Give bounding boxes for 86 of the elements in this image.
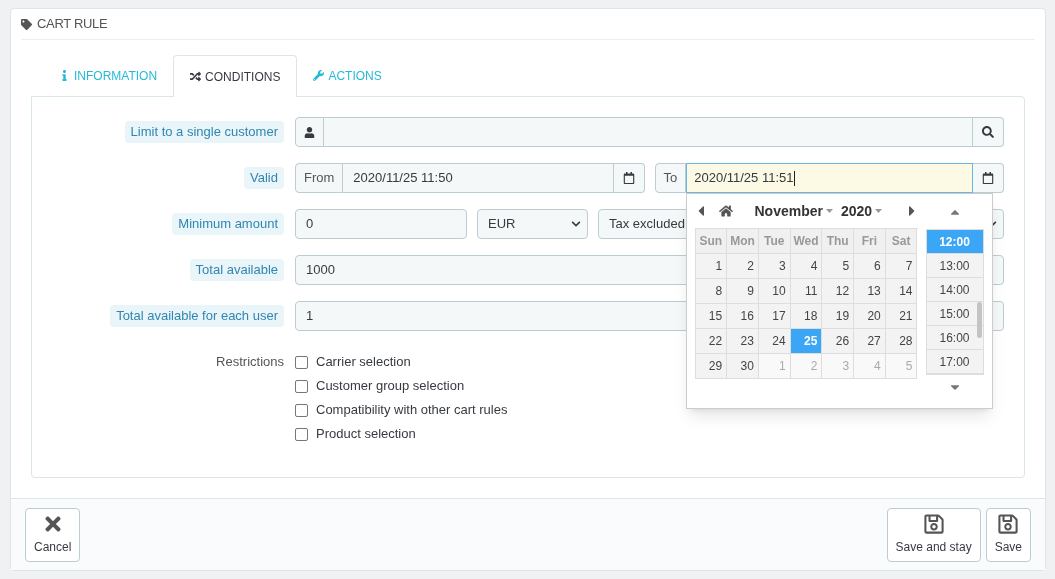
calendar-day[interactable]: 4 <box>790 254 823 280</box>
checkbox[interactable] <box>295 403 308 417</box>
checkbox-label: Customer group selection <box>316 377 465 396</box>
calendar-day[interactable]: 5 <box>822 254 855 280</box>
caret-down-icon <box>825 209 833 214</box>
tag-icon <box>21 18 32 30</box>
shuffle-icon <box>190 71 202 83</box>
weekday-header: Mon <box>727 229 759 255</box>
info-icon <box>59 70 70 82</box>
time-option[interactable]: 17:00 <box>926 350 983 375</box>
calendar-day[interactable]: 13 <box>854 279 886 305</box>
to-addon: To <box>654 163 687 194</box>
search-button[interactable] <box>973 117 1004 148</box>
checkbox[interactable] <box>295 427 308 441</box>
field-label: Minimum amount <box>172 213 284 235</box>
calendar-day[interactable]: 1 <box>695 254 728 280</box>
field-label: Total available <box>189 259 284 281</box>
calendar-day[interactable]: 16 <box>727 304 759 330</box>
calendar-day[interactable]: 6 <box>854 254 886 280</box>
month-dropdown[interactable]: November <box>754 200 833 222</box>
weekday-header: Sat <box>885 229 918 255</box>
cancel-button[interactable]: Cancel <box>25 507 81 562</box>
search-icon <box>982 126 994 139</box>
weekday-header: Fri <box>854 229 886 255</box>
calendar-day[interactable]: 23 <box>727 329 759 355</box>
field-label: Restrictions <box>216 353 284 372</box>
currency-select[interactable]: EUR <box>477 209 588 240</box>
save-icon <box>997 513 1020 536</box>
panel-title: CART RULE <box>37 15 108 34</box>
user-icon <box>304 126 315 138</box>
calendar-day[interactable]: 28 <box>885 329 918 355</box>
checkbox[interactable] <box>295 355 308 369</box>
home-icon[interactable] <box>718 204 733 219</box>
calendar-day[interactable]: 10 <box>758 279 791 305</box>
calendar-icon <box>622 172 635 185</box>
calendar-day[interactable]: 20 <box>854 304 886 330</box>
field-label: Total available for each user <box>110 305 284 327</box>
from-date-field[interactable]: 2020/11/25 11:50 <box>343 163 614 194</box>
amount-field[interactable]: 0 <box>295 209 467 240</box>
caret-down-icon <box>875 209 883 214</box>
checkbox-label: Compatibility with other cart rules <box>316 401 508 420</box>
weekday-header: Thu <box>822 229 855 255</box>
calendar-day[interactable]: 19 <box>822 304 855 330</box>
calendar-day[interactable]: 14 <box>885 279 918 305</box>
calendar-day[interactable]: 11 <box>790 279 823 305</box>
time-option[interactable]: 15:00 <box>926 302 983 327</box>
calendar-day[interactable]: 8 <box>695 279 728 305</box>
save-button[interactable]: Save <box>985 507 1031 562</box>
scrollbar-thumb[interactable] <box>976 302 982 339</box>
calendar-day[interactable]: 7 <box>885 254 918 280</box>
time-option[interactable]: 16:00 <box>926 326 983 351</box>
field-label: Valid <box>244 167 284 189</box>
calendar-day[interactable]: 2 <box>727 254 759 280</box>
checkbox-label: Carrier selection <box>316 353 411 372</box>
from-addon: From <box>295 163 344 194</box>
calendar-day[interactable]: 12 <box>822 279 855 305</box>
save-icon <box>922 513 945 536</box>
to-date-field[interactable]: 2020/11/25 11:51 <box>686 163 973 194</box>
save-button[interactable]: Save and stay <box>886 507 981 562</box>
time-option[interactable]: 13:00 <box>926 254 983 279</box>
tab[interactable]: CONDITIONS <box>173 55 298 98</box>
calendar-day[interactable]: 24 <box>758 329 791 355</box>
calendar-day[interactable]: 21 <box>885 304 918 330</box>
calendar-day[interactable]: 30 <box>727 354 759 380</box>
time-option[interactable]: 14:00 <box>926 278 983 303</box>
checkbox-label: Product selection <box>316 425 416 444</box>
field-label: Limit to a single customer <box>124 121 284 143</box>
checkbox[interactable] <box>295 379 308 393</box>
calendar-day[interactable]: 29 <box>695 354 728 380</box>
wrench-icon <box>313 70 325 82</box>
calendar-day[interactable]: 15 <box>695 304 728 330</box>
calendar-icon <box>982 172 994 185</box>
year-dropdown[interactable]: 2020 <box>840 200 883 222</box>
calendar-day[interactable]: 22 <box>695 329 728 355</box>
calendar-day[interactable]: 26 <box>822 329 855 355</box>
customer-field[interactable] <box>324 117 973 148</box>
calendar-day[interactable]: 17 <box>758 304 791 330</box>
calendar-day[interactable]: 27 <box>854 329 886 355</box>
calendar-day[interactable]: 3 <box>758 254 791 280</box>
weekday-header: Wed <box>790 229 823 255</box>
calendar-day[interactable]: 9 <box>727 279 759 305</box>
weekday-header: Sun <box>695 229 728 255</box>
calendar-day[interactable]: 18 <box>790 304 823 330</box>
calendar-button[interactable] <box>613 163 645 194</box>
weekday-header: Tue <box>758 229 791 255</box>
calendar-button[interactable] <box>973 163 1004 194</box>
